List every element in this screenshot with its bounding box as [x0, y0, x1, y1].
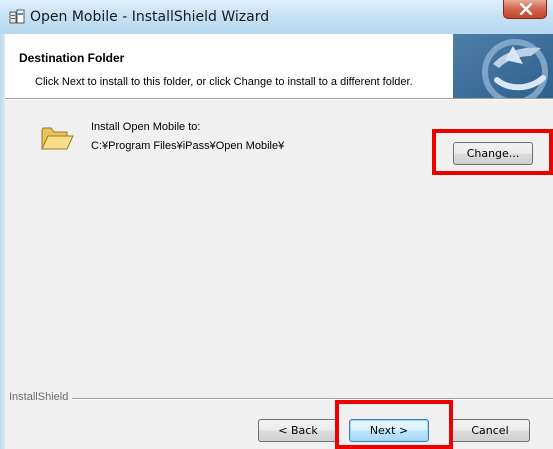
installshield-wizard-window: Open Mobile - InstallShield Wizard Desti… [0, 0, 553, 449]
title-bar[interactable]: Open Mobile - InstallShield Wizard [0, 0, 553, 35]
footer-divider [9, 398, 553, 400]
installer-icon [9, 9, 25, 25]
back-button[interactable]: < Back [258, 419, 338, 442]
next-button-highlight [335, 400, 453, 449]
cancel-button[interactable]: Cancel [450, 419, 530, 442]
window-title: Open Mobile - InstallShield Wizard [30, 9, 270, 25]
installshield-logo-icon [453, 34, 553, 98]
header-banner: Destination Folder Click Next to install… [5, 34, 553, 99]
install-location-label: Install Open Mobile to: [91, 121, 201, 133]
close-button[interactable] [503, 0, 547, 19]
page-subtitle: Click Next to install to this folder, or… [35, 76, 413, 88]
page-title: Destination Folder [19, 51, 125, 65]
installshield-brand-label: InstallShield [9, 391, 73, 403]
folder-icon [40, 124, 74, 157]
install-path-value: C:¥Program Files¥iPass¥Open Mobile¥ [91, 140, 285, 152]
change-button-highlight [432, 129, 553, 175]
close-icon [519, 3, 533, 15]
banner-separator [5, 99, 553, 100]
